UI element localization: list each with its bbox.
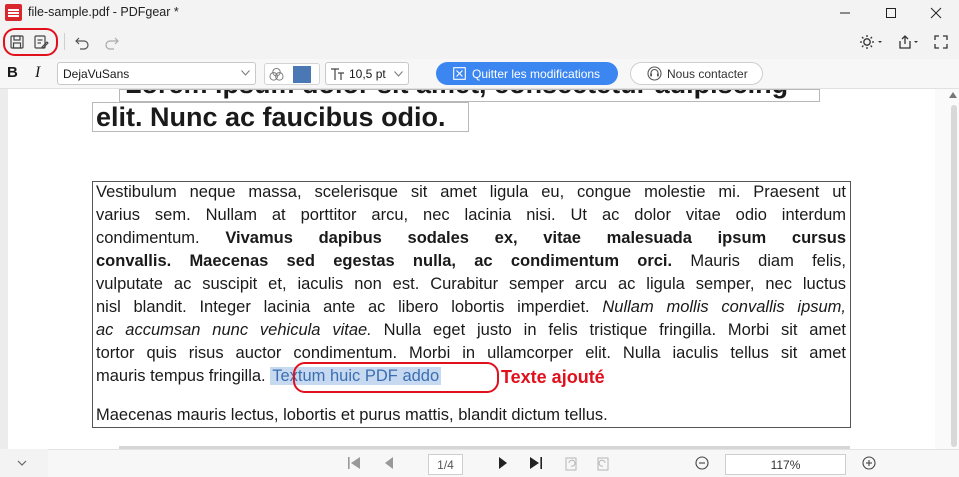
- minimize-button[interactable]: [822, 0, 868, 26]
- toolbar-divider: [64, 33, 65, 50]
- last-page-button[interactable]: [528, 455, 544, 471]
- rotate-right-button[interactable]: [595, 455, 611, 471]
- expand-panel-button[interactable]: [14, 455, 30, 471]
- paragraph-line: nisl blandit. Integer lacinia ante ac li…: [96, 298, 847, 316]
- previous-page-icon: [385, 457, 393, 469]
- paragraph-line: condimentum. Vivamus dapibus sodales ex,…: [96, 229, 846, 247]
- zoom-level-input[interactable]: 117%: [725, 454, 846, 475]
- chevron-down-icon: [17, 460, 27, 466]
- paragraph-line: Maecenas mauris lectus, lobortis et puru…: [96, 406, 608, 424]
- first-page-button[interactable]: [346, 455, 362, 471]
- maximize-icon: [886, 8, 896, 18]
- heading-text-block-1[interactable]: Lorem ipsum dolor sit amet, consectetur …: [119, 89, 820, 102]
- quit-editing-label: Quitter les modifications: [472, 66, 601, 81]
- pdfgear-logo-icon: [5, 4, 22, 21]
- rotate-right-icon: [597, 457, 609, 471]
- italic-button[interactable]: I: [35, 64, 40, 82]
- font-family-select[interactable]: DejaVuSans: [57, 62, 256, 85]
- heading-line-1: Lorem ipsum dolor sit amet, consectetur …: [125, 90, 788, 100]
- fullscreen-button[interactable]: [931, 32, 951, 52]
- next-page-icon: [499, 457, 507, 469]
- quick-toolbar: [0, 26, 959, 58]
- paragraph-line: vulputate ac suscipit et, iaculis non es…: [96, 275, 846, 293]
- close-icon: [930, 7, 942, 19]
- chevron-down-icon: [241, 70, 250, 76]
- font-size-select[interactable]: 10,5 pt: [325, 62, 409, 85]
- heading-line-2: elit. Nunc ac faucibus odio.: [96, 102, 446, 132]
- bold-button[interactable]: B: [7, 64, 18, 81]
- fullscreen-icon: [934, 35, 948, 49]
- scrollbar-thumb[interactable]: [951, 105, 957, 447]
- share-icon: [899, 35, 918, 49]
- rotate-left-icon: [565, 457, 577, 471]
- redo-icon: [105, 37, 119, 50]
- page-number-input[interactable]: 1/4: [428, 454, 463, 475]
- undo-icon: [75, 37, 89, 50]
- quit-editing-button[interactable]: Quitter les modifications: [436, 62, 618, 85]
- chevron-down-icon: [394, 71, 403, 77]
- zoom-out-button[interactable]: [694, 455, 710, 471]
- paragraph-line: tortor quis risus auctor condimentum. Mo…: [96, 344, 846, 362]
- color-palette-icon: [269, 67, 284, 81]
- share-button[interactable]: [897, 32, 921, 52]
- added-text-annotation: Texte ajouté: [501, 367, 605, 387]
- previous-page-button[interactable]: [381, 455, 397, 471]
- zoom-in-icon: [862, 456, 876, 470]
- font-color-swatch[interactable]: [293, 66, 311, 83]
- font-family-value: DejaVuSans: [63, 67, 130, 81]
- paragraph-line: convallis. Maecenas sed egestas nulla, a…: [96, 252, 847, 270]
- font-size-value: 10,5 pt: [349, 67, 386, 81]
- save-highlight-circle: [3, 28, 58, 56]
- added-text-highlight-circle: [293, 362, 499, 393]
- close-button[interactable]: [913, 0, 959, 26]
- zoom-in-button[interactable]: [861, 455, 877, 471]
- next-page-button[interactable]: [495, 455, 511, 471]
- text-size-icon: [331, 68, 344, 80]
- redo-button[interactable]: [102, 32, 122, 52]
- theme-button[interactable]: [856, 32, 886, 52]
- contact-us-label: Nous contacter: [667, 66, 748, 81]
- undo-button[interactable]: [72, 32, 92, 52]
- last-page-icon: [530, 457, 542, 469]
- sun-icon: [860, 35, 882, 49]
- zoom-out-icon: [695, 456, 709, 470]
- rotate-left-button[interactable]: [563, 455, 579, 471]
- minimize-icon: [840, 12, 850, 14]
- font-color-picker[interactable]: [264, 63, 320, 85]
- exit-icon: [453, 67, 466, 80]
- first-page-icon: [348, 457, 360, 469]
- paragraph-line: ac accumsan nunc vehicula vitae. Nulla e…: [96, 321, 846, 339]
- window-title: file-sample.pdf - PDFgear *: [28, 5, 179, 19]
- headset-icon: [647, 66, 662, 81]
- maximize-button[interactable]: [868, 0, 914, 26]
- paragraph-line: Vestibulum neque massa, scelerisque sit …: [96, 183, 846, 201]
- contact-us-button[interactable]: Nous contacter: [630, 62, 763, 85]
- heading-text-block-2[interactable]: elit. Nunc ac faucibus odio.: [92, 102, 469, 132]
- paragraph-line: varius sem. Nullam at porttitor arcu, ne…: [96, 206, 846, 224]
- scroll-up-arrow-icon[interactable]: [949, 92, 957, 98]
